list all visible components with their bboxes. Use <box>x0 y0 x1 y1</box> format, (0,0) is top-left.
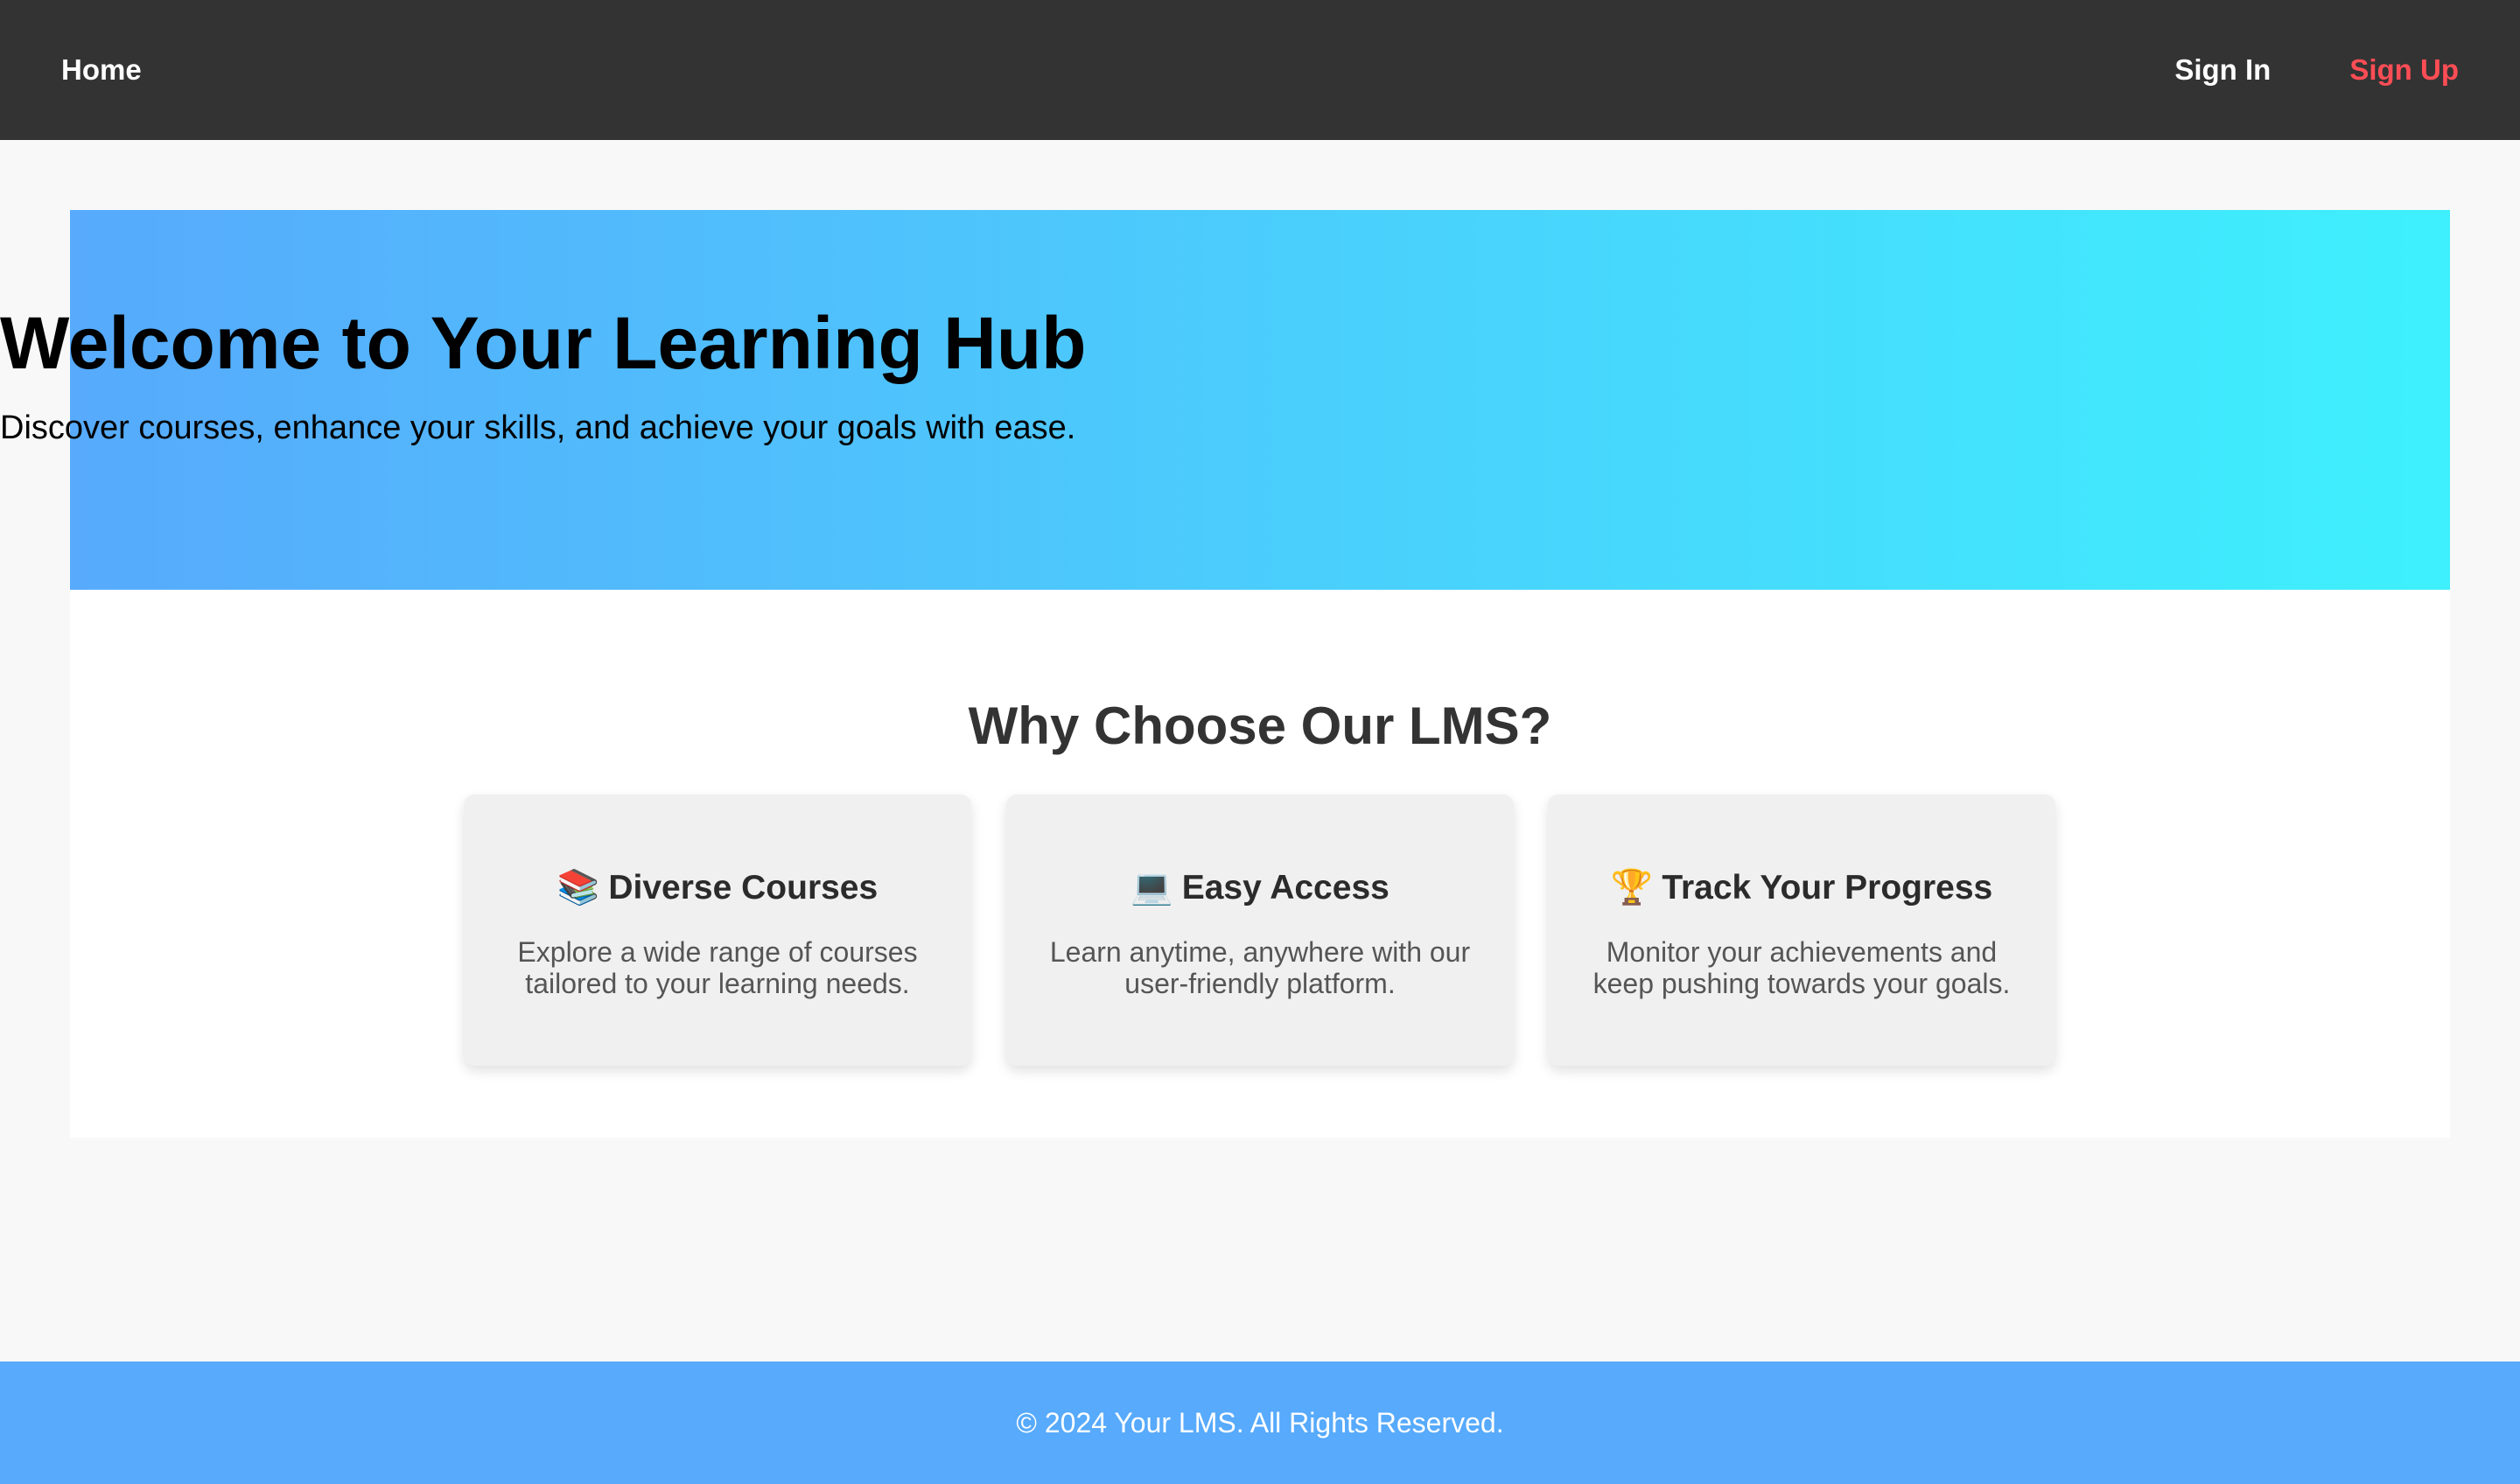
feature-card-title: Diverse Courses <box>608 869 878 906</box>
nav-sign-in-link[interactable]: Sign In <box>2174 53 2271 87</box>
hero-title: Welcome to Your Learning Hub <box>0 302 1087 384</box>
hero-subtitle: Discover courses, enhance your skills, a… <box>0 410 1076 446</box>
feature-card-text: Learn anytime, anywhere with our user-fr… <box>1049 935 1471 999</box>
feature-card-heading: 🏆 Track Your Progress <box>1583 868 2020 909</box>
feature-card-title: Easy Access <box>1181 869 1390 906</box>
feature-card-heading: 💻 Easy Access <box>1041 868 1479 909</box>
nav-auth-links: Sign In Sign Up <box>2174 53 2459 87</box>
hero-banner <box>70 210 2450 590</box>
feature-card-title: Track Your Progress <box>1662 869 1993 906</box>
page-footer: © 2024 Your LMS. All Rights Reserved. <box>0 1362 2520 1484</box>
feature-card-diverse-courses: 📚 Diverse Courses Explore a wide range of… <box>464 794 971 1066</box>
laptop-icon: 💻 <box>1130 869 1173 906</box>
top-navbar: Home Sign In Sign Up <box>0 0 2520 140</box>
footer-copyright: © 2024 Your LMS. All Rights Reserved. <box>1016 1406 1504 1438</box>
feature-card-text: Monitor your achievements and keep pushi… <box>1592 935 2011 999</box>
features-title: Why Choose Our LMS? <box>968 696 1552 755</box>
books-icon: 📚 <box>556 869 600 906</box>
feature-card-text: Explore a wide range of courses tailored… <box>517 935 918 999</box>
feature-card-track-progress: 🏆 Track Your Progress Monitor your achiev… <box>1548 794 2055 1066</box>
nav-sign-up-link[interactable]: Sign Up <box>2349 53 2459 87</box>
nav-home-link[interactable]: Home <box>61 53 142 87</box>
feature-card-heading: 📚 Diverse Courses <box>499 868 936 909</box>
feature-card-easy-access: 💻 Easy Access Learn anytime, anywhere wit… <box>1006 794 1514 1066</box>
trophy-icon: 🏆 <box>1610 869 1654 906</box>
